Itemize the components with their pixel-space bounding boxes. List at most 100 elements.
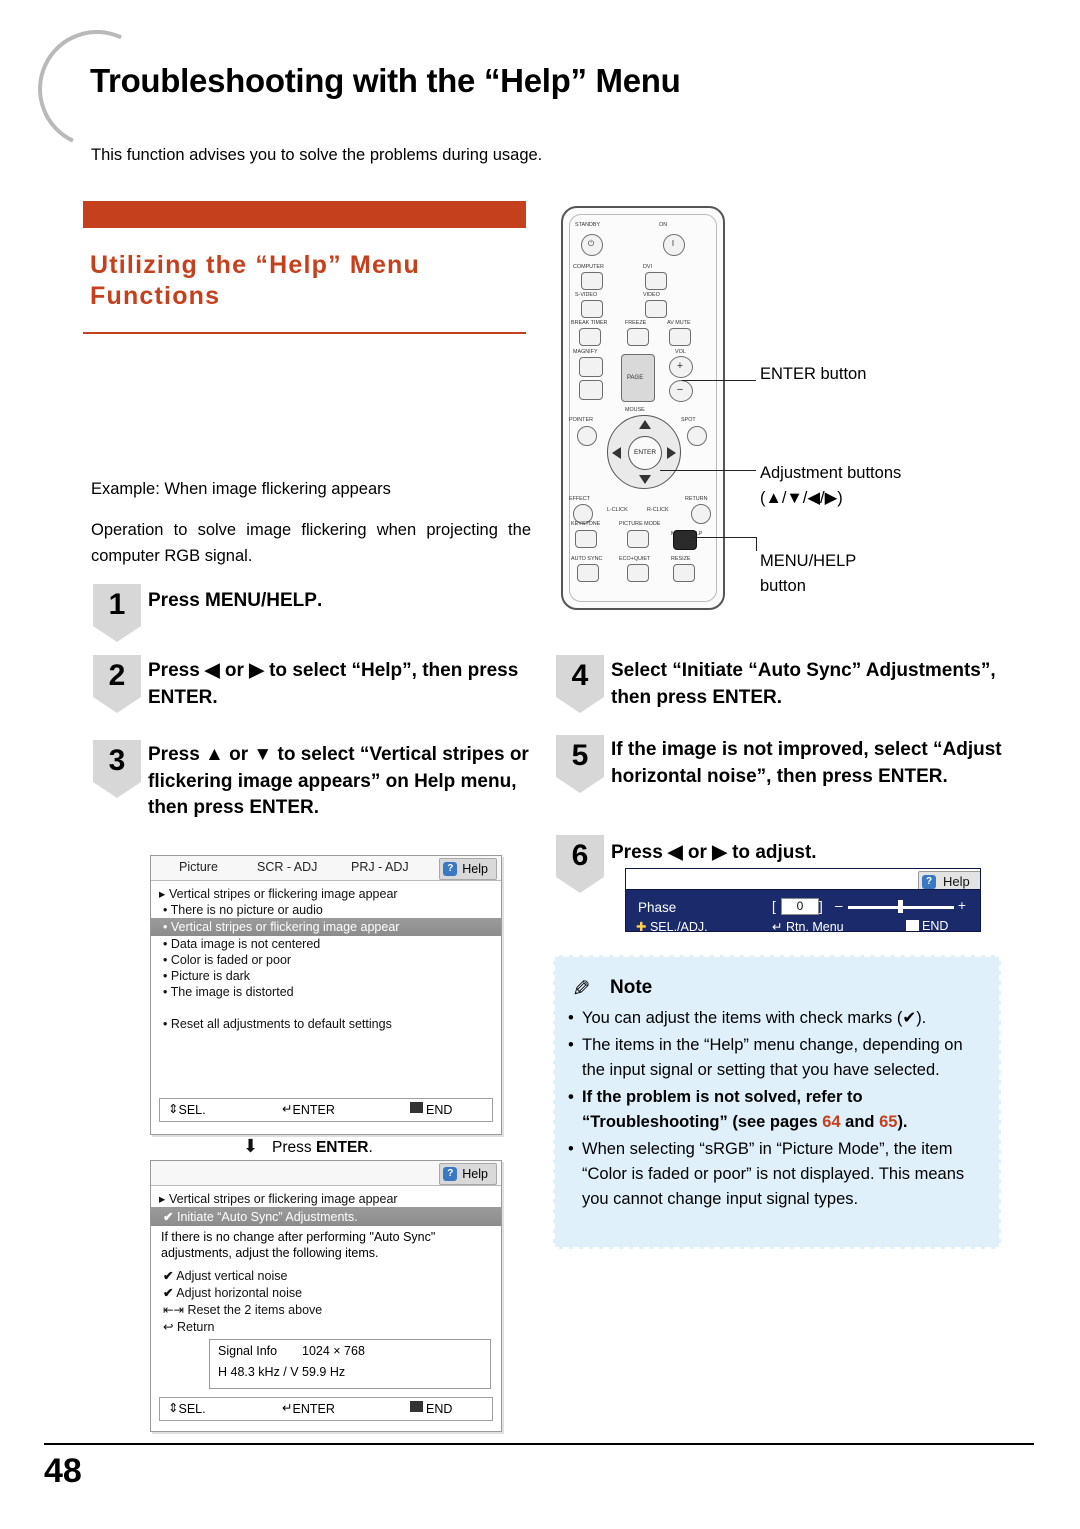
step-badge-2: 2: [93, 655, 141, 713]
sel-adj-icon: ✚: [636, 920, 647, 934]
check-icon: ✔: [163, 1286, 174, 1300]
remote-label-keystone: KEYSTONE: [571, 521, 601, 527]
remote-button-dvi: [645, 272, 667, 290]
on-icon: I: [671, 239, 675, 248]
down-arrow-icon: ⬇: [243, 1136, 259, 1156]
osd-autosync-footer-sel-label: SEL.: [178, 1402, 206, 1416]
remote-label-return: RETURN: [685, 496, 708, 502]
osd-autosync-item-3[interactable]: ↩ Return: [151, 1318, 501, 1335]
remote-label-effect: EFFECT: [569, 496, 590, 502]
osd-phase-slider-knob[interactable]: [898, 900, 903, 913]
osd-autosync-item-1[interactable]: ✔ Adjust horizontal noise: [151, 1284, 501, 1301]
callout-adjustment-buttons-sub: (▲/▼/◀/▶): [760, 489, 843, 507]
note-item-1: The items in the “Help” menu change, dep…: [566, 1033, 990, 1083]
power-icon: ⏻: [587, 239, 595, 248]
osd-tab-bar: Picture SCR - ADJ PRJ - ADJ ? Help: [151, 856, 501, 881]
reset-icon: ⇤⇥: [163, 1303, 184, 1317]
remote-label-svideo: S-VIDEO: [575, 292, 598, 298]
remote-label-freeze: FREEZE: [625, 320, 647, 326]
osd-signal-info-label: Signal Info: [218, 1344, 278, 1358]
remote-label-video: VIDEO: [643, 292, 660, 298]
osd-phase-bracket-left: [: [772, 899, 776, 914]
page-number: 48: [44, 1452, 82, 1490]
osd-tab-help[interactable]: ? Help: [439, 858, 497, 880]
page-link-65[interactable]: 65: [879, 1113, 897, 1131]
remote-button-resize: [673, 564, 695, 582]
osd-autosync-tab-help-label: Help: [462, 1167, 488, 1181]
remote-label-l-click: L-CLICK: [607, 507, 628, 513]
end-box-icon: [906, 920, 919, 931]
question-icon: ?: [443, 862, 458, 876]
remote-button-break-timer: [579, 328, 601, 346]
press-enter-label: Press ENTER.: [272, 1139, 373, 1156]
osd-autosync-item-3-label: Return: [176, 1320, 215, 1334]
remote-button-freeze: [627, 328, 649, 346]
remote-label-r-click: R-CLICK: [647, 507, 669, 513]
osd-phase-value: 0: [781, 898, 819, 915]
remote-control-illustration: STANDBY ON ⏻ I COMPUTER DVI S-VIDEO VIDE…: [561, 206, 725, 610]
remote-enter-button: ENTER: [628, 436, 662, 470]
remote-label-auto-sync: AUTO SYNC: [571, 556, 603, 562]
osd-phase-footer-end-label: END: [922, 919, 949, 933]
osd-autosync-selected-item[interactable]: ✔ Initiate “Auto Sync” Adjustments.: [151, 1207, 501, 1226]
osd-autosync-footer-enter-label: ENTER: [292, 1402, 335, 1416]
osd-item-0[interactable]: • There is no picture or audio: [151, 902, 501, 918]
osd-footer-sel-label: SEL.: [178, 1103, 206, 1117]
osd-phase-help-label: Help: [943, 874, 970, 889]
triangle-icon: ▸: [159, 887, 166, 901]
osd-item-4-label: Picture is dark: [170, 969, 251, 983]
osd-item-reset[interactable]: • Reset all adjustments to default setti…: [151, 1016, 501, 1032]
step-badge-4: 4: [556, 655, 604, 713]
arrow-left-icon: [612, 447, 621, 459]
remote-button-computer: [581, 272, 603, 290]
example-text: Example: When image flickering appears: [91, 480, 391, 498]
note-title: Note: [610, 977, 653, 998]
intro-text: This function advises you to solve the p…: [91, 146, 543, 164]
osd-phase-footer-rtn: ↵ Rtn. Menu: [772, 919, 844, 934]
page-title: Troubleshooting with the “Help” Menu: [90, 62, 681, 99]
osd-footer-enter: ↵ ENTER: [282, 1102, 335, 1117]
remote-button-spot: [687, 426, 707, 446]
osd-tab-scr-adj[interactable]: SCR - ADJ: [257, 860, 317, 874]
osd-autosync-item-0-label: Adjust vertical noise: [176, 1269, 288, 1283]
osd-autosync-footer: ⇕ SEL. ↵ ENTER END: [159, 1397, 493, 1421]
check-icon: ✔: [163, 1269, 174, 1283]
note-item-3: When selecting “sRGB” in “Picture Mode”,…: [566, 1137, 990, 1212]
osd-tab-prj-adj[interactable]: PRJ - ADJ: [351, 860, 409, 874]
osd-item-reset-label: Reset all adjustments to default setting…: [170, 1017, 392, 1031]
arrow-up-icon: [639, 420, 651, 429]
remote-label-spot: SPOT: [681, 417, 696, 423]
remote-label-magnify: MAGNIFY: [573, 349, 598, 355]
remote-label-vol: VOL: [675, 349, 686, 355]
note-item-2: If the problem is not solved, refer to “…: [566, 1085, 990, 1135]
osd-autosync-tab-help[interactable]: ? Help: [439, 1163, 497, 1185]
osd-autosync-item-2[interactable]: ⇤⇥ Reset the 2 items above: [151, 1301, 501, 1318]
section-bar: [83, 201, 526, 228]
osd-tab-picture[interactable]: Picture: [179, 860, 218, 874]
note-list: You can adjust the items with check mark…: [566, 1006, 990, 1214]
remote-button-svideo: [581, 300, 603, 318]
osd-autosync: ? Help ▸ Vertical stripes or flickering i…: [150, 1160, 502, 1432]
remote-label-pointer: POINTER: [569, 417, 593, 423]
remote-button-return: [691, 504, 711, 524]
osd-item-5[interactable]: • The image is distorted: [151, 984, 501, 1000]
remote-label-resize: RESIZE: [671, 556, 691, 562]
callout-line-menuhelp-v: [756, 537, 757, 551]
remote-dpad: ENTER: [607, 415, 681, 489]
osd-item-1-label: Vertical stripes or flickering image app…: [170, 920, 400, 934]
osd-item-1-selected[interactable]: • Vertical stripes or flickering image a…: [151, 918, 501, 936]
osd-footer-sel: ⇕ SEL.: [168, 1102, 206, 1117]
osd-item-2-label: Data image is not centered: [170, 937, 321, 951]
remote-button-eco-quiet: [627, 564, 649, 582]
osd-item-4[interactable]: • Picture is dark: [151, 968, 501, 984]
triangle-icon: ▸: [159, 1192, 166, 1206]
question-icon: ?: [922, 875, 936, 889]
osd-phase-footer-rtn-label: Rtn. Menu: [785, 920, 844, 934]
osd-item-2[interactable]: • Data image is not centered: [151, 936, 501, 952]
remote-button-pointer: [577, 426, 597, 446]
osd-help-heading-text: Vertical stripes or flickering image app…: [169, 887, 398, 901]
page-link-64[interactable]: 64: [822, 1113, 840, 1131]
osd-item-3[interactable]: • Color is faded or poor: [151, 952, 501, 968]
osd-autosync-item-0[interactable]: ✔ Adjust vertical noise: [151, 1267, 501, 1284]
pencil-icon: ✎: [572, 976, 591, 1001]
